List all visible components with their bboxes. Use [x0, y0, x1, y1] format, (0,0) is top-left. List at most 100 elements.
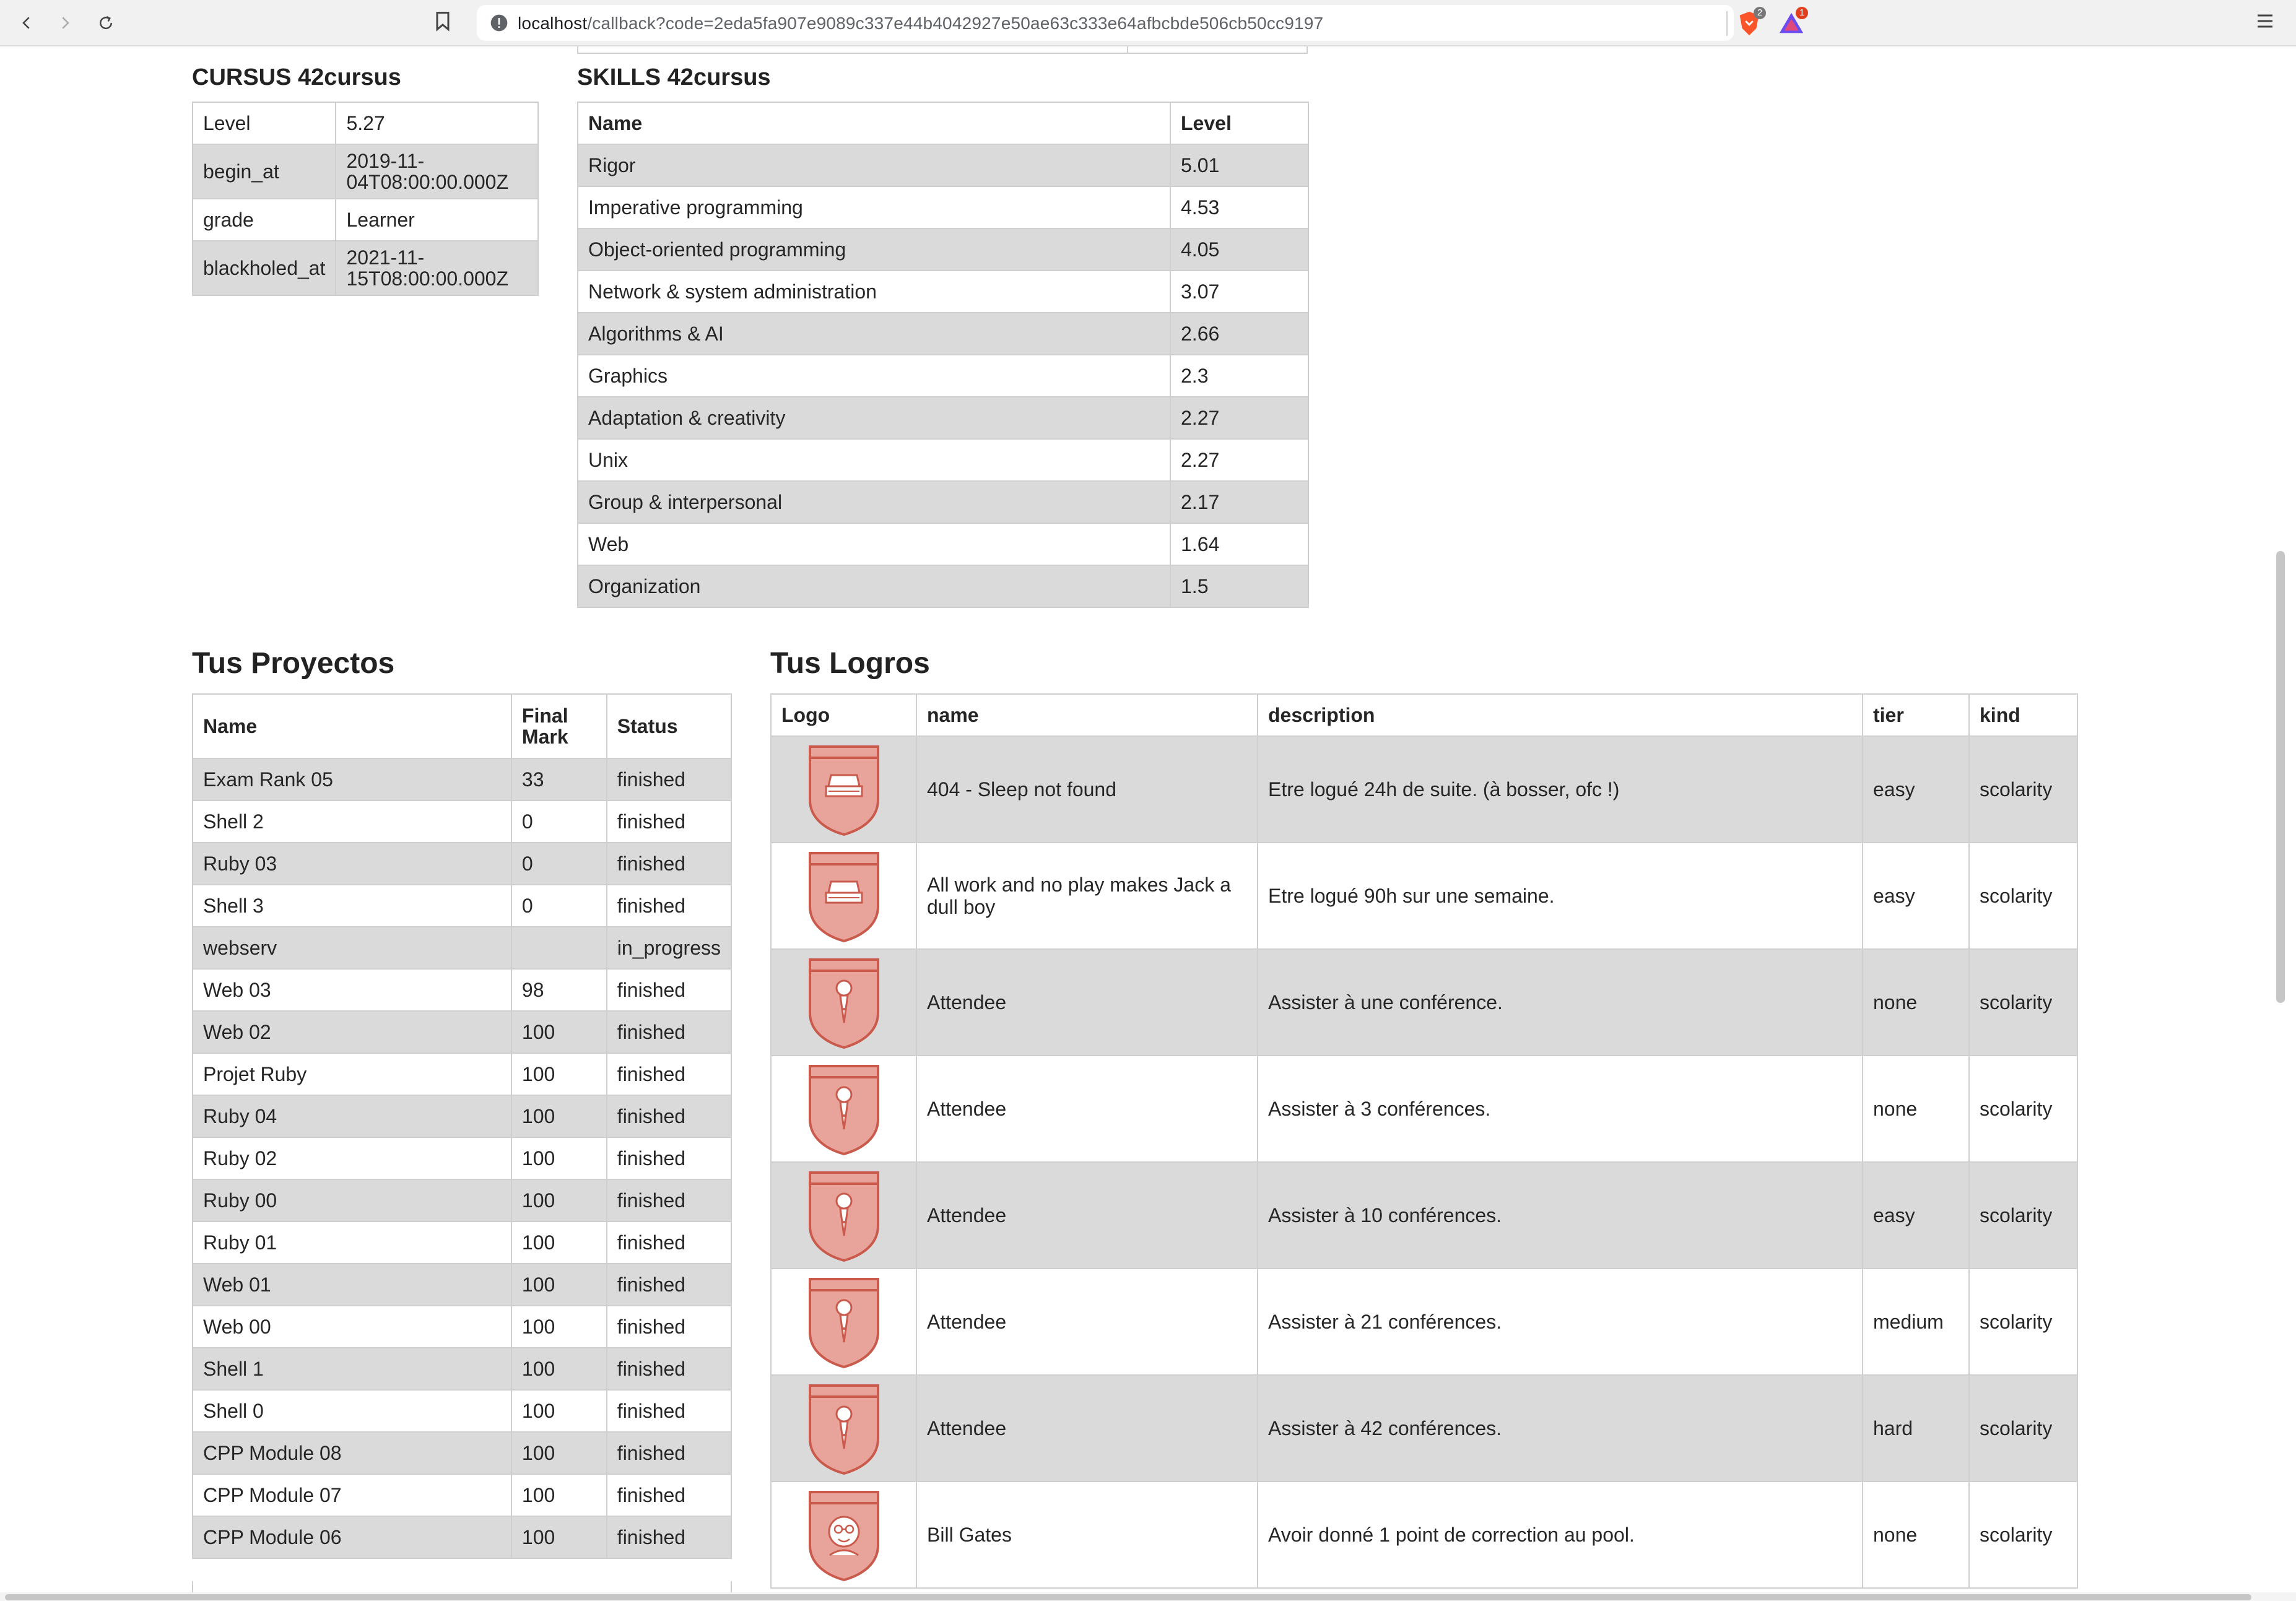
achievement-description: Etre logué 90h sur une semaine.	[1257, 842, 1863, 950]
skill-level: 3.07	[1170, 270, 1309, 313]
cursus-key: grade	[191, 198, 337, 241]
skill-level: 4.05	[1170, 228, 1309, 271]
cursus-value: 2021-11-15T08:00:00.000Z	[335, 240, 539, 296]
shields-count-badge: 2	[1754, 7, 1766, 19]
achievement-logo	[770, 1374, 917, 1482]
achievement-tier: easy	[1862, 735, 1970, 843]
achievements-title: Tus Logros	[770, 647, 930, 680]
skill-name: Imperative programming	[577, 186, 1171, 229]
skills-body: Rigor 5.01 Imperative programming 4.53 Objec…	[577, 144, 1309, 608]
reload-icon	[100, 15, 113, 30]
project-final-mark: 100	[510, 1389, 607, 1433]
cursus-value: 2019-11-04T08:00:00.000Z	[335, 144, 539, 199]
skill-name: Graphics	[577, 354, 1171, 397]
achievement-kind: scolarity	[1968, 1481, 2078, 1589]
achievement-kind: scolarity	[1968, 842, 2078, 950]
project-final-mark: 100	[510, 1095, 607, 1138]
site-info-icon[interactable]	[489, 13, 509, 33]
skill-level: 5.01	[1170, 144, 1309, 187]
achievement-name: Attendee	[916, 1374, 1258, 1482]
project-row: Web 03 98 finished	[192, 968, 733, 1012]
project-status: in_progress	[606, 926, 733, 970]
horizontal-scrollbar-thumb[interactable]	[5, 1594, 2251, 1600]
address-bar[interactable]: localhost/callback?code=2eda5fa907e9089c…	[477, 5, 1734, 41]
achievement-row: Attendee Assister à une conférence. none sc…	[770, 948, 2078, 1056]
browser-toolbar: localhost/callback?code=2eda5fa907e9089c…	[0, 0, 2296, 46]
achievement-row: Bill Gates Avoir donné 1 point de correct…	[770, 1481, 2078, 1589]
achievement-description: Assister à 42 conférences.	[1257, 1374, 1863, 1482]
cursus-key: begin_at	[191, 144, 337, 199]
project-row: Projet Ruby 100 finished	[192, 1052, 733, 1096]
projects-body: Exam Rank 05 33 finished Shell 2 0 finished Ru…	[192, 758, 733, 1559]
achievement-row: Attendee Assister à 3 conférences. none sco…	[770, 1055, 2078, 1163]
achievement-kind: scolarity	[1968, 1374, 2078, 1482]
forward-button[interactable]	[51, 9, 79, 37]
project-final-mark: 98	[510, 968, 607, 1012]
project-final-mark: 0	[510, 842, 607, 885]
achievements-header-logo: Logo	[770, 693, 917, 737]
skills-table: Name Level Rigor 5.01 Imperative programmi…	[577, 102, 1309, 608]
achievements-header-description: description	[1257, 693, 1863, 737]
microphone-badge-icon	[772, 1062, 916, 1155]
achievements-header-row: Logo name description tier kind	[770, 693, 2078, 737]
microphone-badge-icon	[772, 1275, 916, 1368]
project-final-mark: 100	[510, 1431, 607, 1475]
project-final-mark: 100	[510, 1305, 607, 1348]
url-text: localhost/callback?code=2eda5fa907e9089c…	[518, 14, 1323, 33]
project-row: Web 02 100 finished	[192, 1010, 733, 1054]
project-row: Ruby 00 100 finished	[192, 1179, 733, 1222]
project-final-mark: 100	[510, 1347, 607, 1391]
project-status: finished	[606, 968, 733, 1012]
project-row: CPP Module 08 100 finished	[192, 1431, 733, 1475]
skill-name: Adaptation & creativity	[577, 396, 1171, 440]
project-name: CPP Module 07	[192, 1473, 512, 1517]
project-name: Projet Ruby	[192, 1052, 512, 1096]
skill-name: Algorithms & AI	[577, 312, 1171, 355]
cursus-key: blackholed_at	[191, 240, 337, 296]
project-status: finished	[606, 1305, 733, 1348]
back-button[interactable]	[12, 9, 41, 37]
project-final-mark: 100	[510, 1137, 607, 1180]
bookmark-button[interactable]	[433, 10, 458, 37]
brave-rewards-button[interactable]: 1	[1777, 7, 1808, 38]
reload-button[interactable]	[92, 9, 120, 37]
achievement-kind: scolarity	[1968, 1055, 2078, 1163]
skill-row: Graphics 2.3	[577, 354, 1309, 397]
project-final-mark: 0	[510, 800, 607, 843]
hamburger-menu-icon	[2258, 14, 2272, 28]
project-row: CPP Module 07 100 finished	[192, 1473, 733, 1517]
project-status: finished	[606, 800, 733, 843]
url-path: /callback?code=2eda5fa907e9089c337e44b40…	[587, 14, 1324, 33]
achievement-row: Attendee Assister à 10 conférences. easy sc…	[770, 1161, 2078, 1269]
skill-row: Web 1.64	[577, 523, 1309, 566]
skills-header-level: Level	[1170, 102, 1309, 145]
project-row: Ruby 02 100 finished	[192, 1137, 733, 1180]
achievement-logo	[770, 1268, 917, 1376]
browser-menu-button[interactable]	[2254, 10, 2279, 37]
achievement-row: 404 - Sleep not found Etre logué 24h de s…	[770, 735, 2078, 843]
project-name: Shell 0	[192, 1389, 512, 1433]
skills-header-row: Name Level	[577, 102, 1309, 145]
achievements-body: 404 - Sleep not found Etre logué 24h de s…	[770, 735, 2078, 1589]
cursus-row-grade: grade Learner	[191, 198, 539, 241]
project-status: finished	[606, 842, 733, 885]
projects-table: Name Final Mark Status Exam Rank 05 33 fin…	[192, 693, 733, 1559]
skills-header-name: Name	[577, 102, 1171, 145]
vertical-scrollbar-thumb[interactable]	[2276, 551, 2285, 1003]
project-status: finished	[606, 1473, 733, 1517]
projects-header-row: Name Final Mark Status	[192, 693, 733, 759]
project-status: finished	[606, 1179, 733, 1222]
microphone-badge-icon	[772, 1169, 916, 1262]
skill-row: Unix 2.27	[577, 438, 1309, 482]
achievement-row: Attendee Assister à 42 conférences. hard sc…	[770, 1374, 2078, 1482]
projects-next-row-edge	[192, 1581, 732, 1594]
cursus-table: Level 5.27 begin_at 2019-11-04T08:00:00.…	[191, 102, 539, 296]
skill-level: 1.64	[1170, 523, 1309, 566]
rewards-count-badge: 1	[1796, 7, 1808, 19]
project-status: finished	[606, 758, 733, 801]
back-arrow-icon	[22, 17, 30, 29]
project-name: Web 02	[192, 1010, 512, 1054]
brave-shields-button[interactable]: 2	[1735, 7, 1766, 38]
skill-name: Group & interpersonal	[577, 480, 1171, 524]
achievement-tier: hard	[1862, 1374, 1970, 1482]
